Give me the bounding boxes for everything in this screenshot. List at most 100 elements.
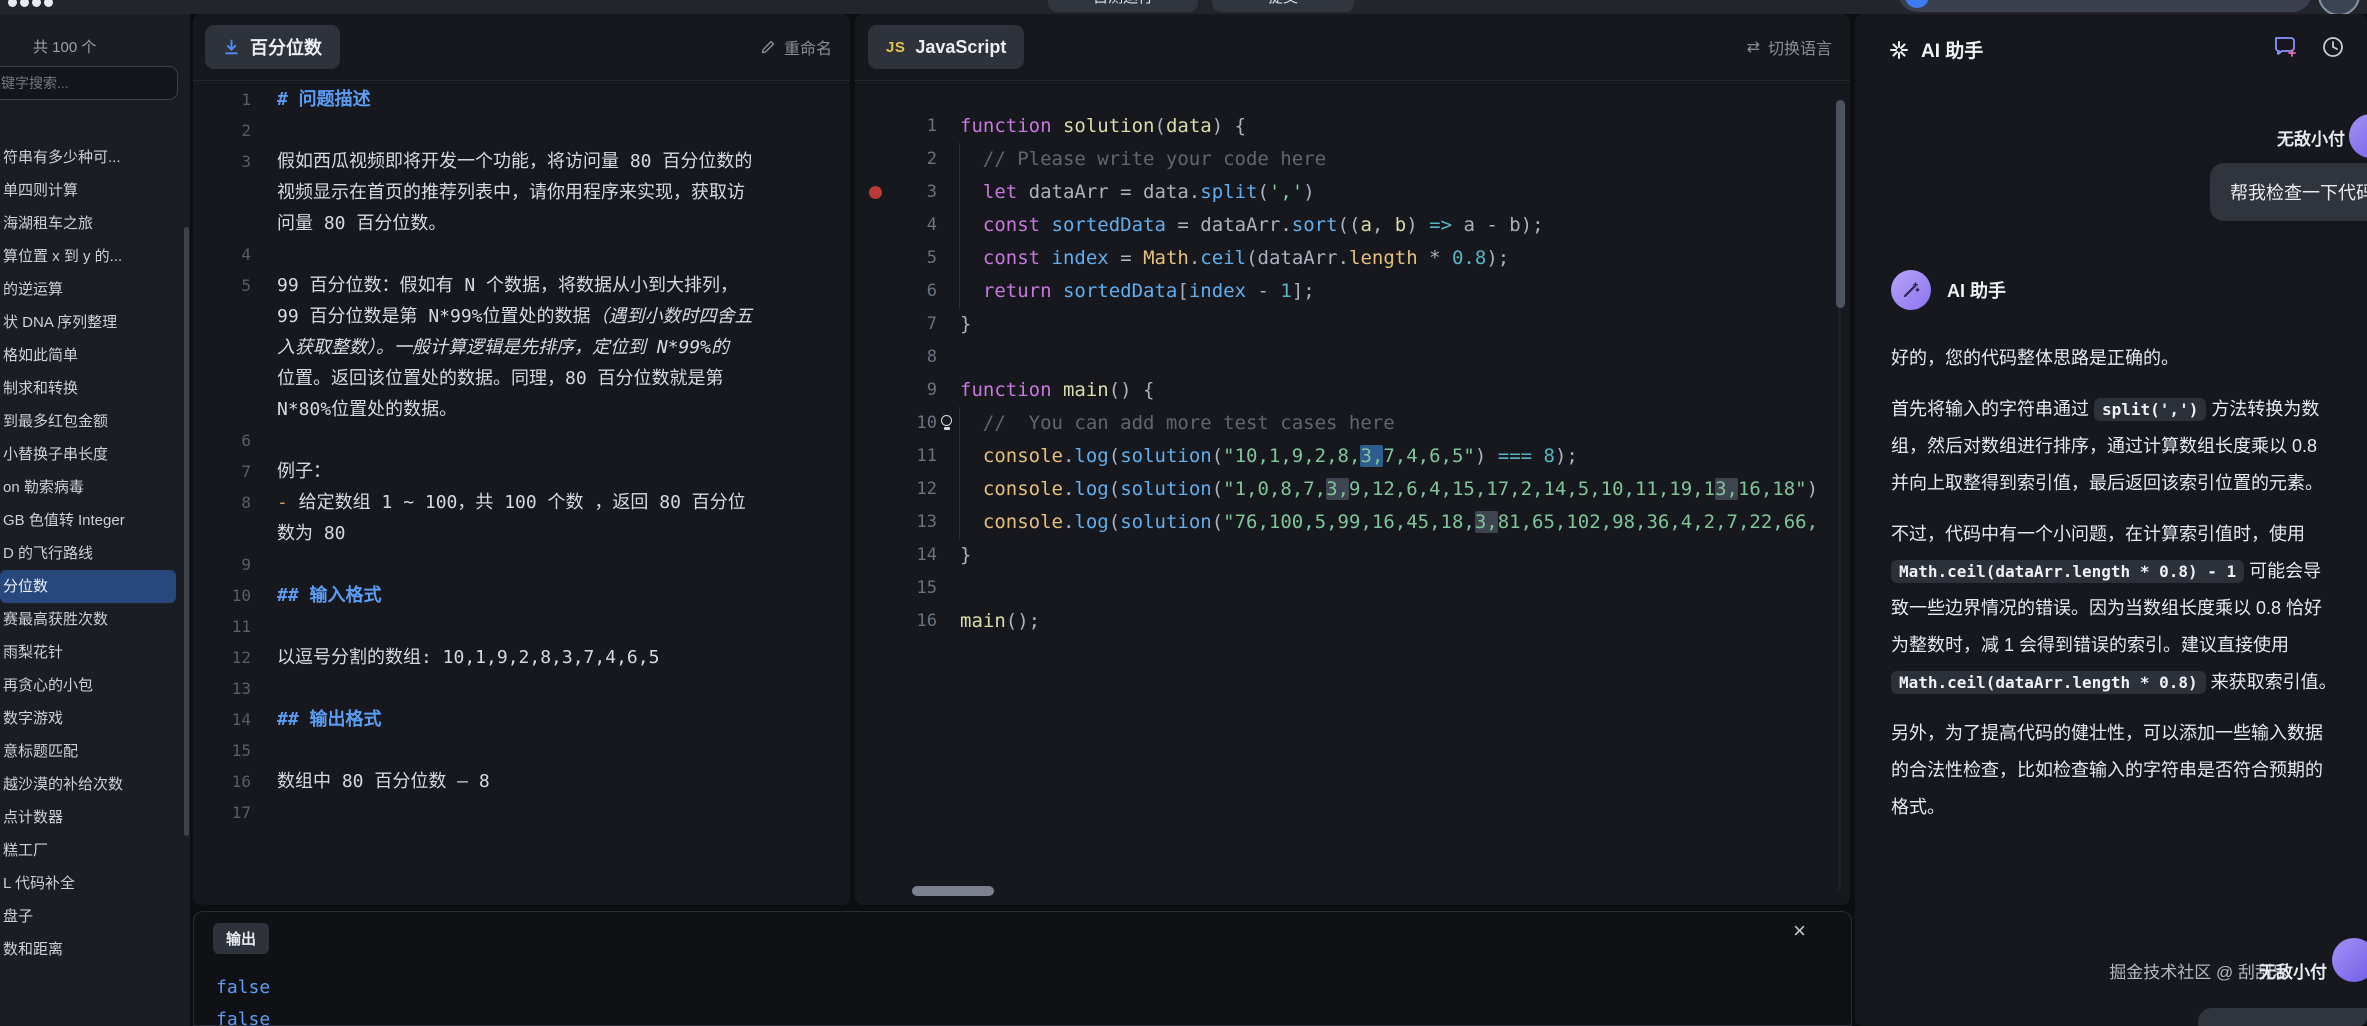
breakpoint-gutter[interactable] [855, 605, 895, 638]
code-line[interactable]: 1function solution(data) { [855, 110, 1850, 143]
output-value: false [216, 1004, 270, 1026]
code-line-text[interactable] [937, 341, 1850, 374]
sidebar-item[interactable]: 算位置 x 到 y 的... [0, 240, 182, 273]
sidebar-item[interactable]: 点计数器 [0, 801, 182, 834]
ai-avatar [1891, 270, 1931, 310]
code-line[interactable]: 8 [855, 341, 1850, 374]
breakpoint-gutter[interactable] [855, 242, 895, 275]
line-number: 15 [193, 735, 277, 766]
code-line-text[interactable]: console.log(solution("76,100,5,99,16,45,… [937, 506, 1850, 539]
code-line-text[interactable]: console.log(solution("1,0,8,7,3,9,12,6,4… [937, 473, 1850, 506]
sidebar-item[interactable]: 赛最高获胜次数 [0, 603, 182, 636]
sidebar-item[interactable]: 意标题匹配 [0, 735, 182, 768]
code-line[interactable]: 2 // Please write your code here [855, 143, 1850, 176]
tab-javascript[interactable]: JS JavaScript [868, 25, 1024, 69]
breakpoint-gutter[interactable] [855, 572, 895, 605]
breakpoint-gutter[interactable] [855, 539, 895, 572]
code-line-text[interactable]: function solution(data) { [937, 110, 1850, 143]
sidebar-item[interactable]: 单四则计算 [0, 174, 182, 207]
submit-button[interactable]: 提交 [1212, 0, 1354, 12]
breakpoint-gutter[interactable] [855, 176, 895, 209]
sidebar-item[interactable]: 到最多红包金额 [0, 405, 182, 438]
code-line[interactable]: 11 console.log(solution("10,1,9,2,8,3,7,… [855, 440, 1850, 473]
sidebar-item[interactable]: 海湖租车之旅 [0, 207, 182, 240]
sidebar-scrollbar[interactable] [184, 227, 189, 836]
code-line-text[interactable]: function main() { [937, 374, 1850, 407]
code-line-text[interactable]: const index = Math.ceil(dataArr.length *… [937, 242, 1850, 275]
code-line[interactable]: 15 [855, 572, 1850, 605]
sidebar-item[interactable]: 格如此简单 [0, 339, 182, 372]
sidebar-item[interactable]: D 的飞行路线 [0, 537, 182, 570]
code-line[interactable]: 4 const sortedData = dataArr.sort((a, b)… [855, 209, 1850, 242]
breakpoint-gutter[interactable] [855, 440, 895, 473]
promo-pill[interactable] [1898, 0, 2312, 12]
sidebar-item[interactable]: 数字游戏 [0, 702, 182, 735]
ai-paragraph: 首先将输入的字符串通过 split(',') 方法转换为数组，然后对数组进行排序… [1891, 391, 2337, 502]
new-chat-icon[interactable] [2273, 34, 2299, 60]
sidebar-item[interactable]: on 勒索病毒 [0, 471, 182, 504]
editor-hscroll-thumb[interactable] [912, 886, 994, 896]
code-line-text[interactable]: } [937, 308, 1850, 341]
editor-vscroll-thumb[interactable] [1836, 100, 1845, 308]
close-output-button[interactable]: × [1793, 918, 1806, 944]
sidebar-item[interactable]: 符串有多少种可... [0, 141, 182, 174]
breakpoint-dot[interactable] [869, 186, 882, 199]
line-number: 17 [193, 797, 277, 828]
code-line-text[interactable]: return sortedData[index - 1]; [937, 275, 1850, 308]
code-line[interactable]: 6 return sortedData[index - 1]; [855, 275, 1850, 308]
switch-language-button[interactable]: ⇄ 切换语言 [1747, 14, 1832, 80]
line-number: 12 [193, 642, 277, 673]
code-line[interactable]: 10 // You can add more test cases here [855, 407, 1850, 440]
code-line-text[interactable]: const sortedData = dataArr.sort((a, b) =… [937, 209, 1850, 242]
breakpoint-gutter[interactable] [855, 275, 895, 308]
sidebar-item[interactable]: 状 DNA 序列整理 [0, 306, 182, 339]
code-line[interactable]: 13 console.log(solution("76,100,5,99,16,… [855, 506, 1850, 539]
code-line[interactable]: 16main(); [855, 605, 1850, 638]
code-line[interactable]: 7} [855, 308, 1850, 341]
sidebar-item-selected[interactable]: 分位数 [0, 570, 176, 603]
sidebar-item[interactable]: 制求和转换 [0, 372, 182, 405]
rename-button[interactable]: 重命名 [760, 14, 832, 80]
code-lines[interactable]: 1function solution(data) {2 // Please wr… [855, 110, 1850, 638]
code-line-text[interactable]: } [937, 539, 1850, 572]
breakpoint-gutter[interactable] [855, 374, 895, 407]
sidebar-item[interactable]: GB 色值转 Integer [0, 504, 182, 537]
breakpoint-gutter[interactable] [855, 308, 895, 341]
code-line-text[interactable]: main(); [937, 605, 1850, 638]
problem-title-button[interactable]: 百分位数 [205, 25, 340, 69]
problem-sidebar: 共 100 个 符串有多少种可...单四则计算海湖租车之旅算位置 x 到 y 的… [0, 14, 190, 1026]
run-button[interactable]: 自测运行 [1048, 0, 1198, 12]
sidebar-item[interactable]: 糕工厂 [0, 834, 182, 867]
code-line-text[interactable]: // Please write your code here [937, 143, 1850, 176]
sidebar-item[interactable]: 的逆运算 [0, 273, 182, 306]
sidebar-item[interactable]: 雨梨花针 [0, 636, 182, 669]
code-line-text[interactable]: // You can add more test cases here [937, 407, 1850, 440]
breakpoint-gutter[interactable] [855, 341, 895, 374]
breakpoint-gutter[interactable] [855, 473, 895, 506]
sidebar-item[interactable]: 盘子 [0, 900, 182, 933]
search-input[interactable] [0, 67, 177, 99]
ai-paragraph: 不过，代码中有一个小问题，在计算索引值时，使用 Math.ceil(dataAr… [1891, 516, 2337, 701]
breakpoint-gutter[interactable] [855, 506, 895, 539]
breakpoint-gutter[interactable] [855, 110, 895, 143]
code-line-text[interactable]: console.log(solution("10,1,9,2,8,3,7,4,6… [937, 440, 1850, 473]
code-line[interactable]: 5 const index = Math.ceil(dataArr.length… [855, 242, 1850, 275]
lightbulb-icon[interactable] [941, 415, 953, 431]
code-line-text[interactable] [937, 572, 1850, 605]
breakpoint-gutter[interactable] [855, 407, 895, 440]
problem-line: 11 [193, 611, 850, 642]
sidebar-item[interactable]: 小替换子串长度 [0, 438, 182, 471]
output-tab[interactable]: 输出 [213, 923, 269, 954]
code-line[interactable]: 12 console.log(solution("1,0,8,7,3,9,12,… [855, 473, 1850, 506]
sidebar-item[interactable]: 再贪心的小包 [0, 669, 182, 702]
history-clock-icon[interactable] [2321, 35, 2345, 59]
code-line-text[interactable]: let dataArr = data.split(',') [937, 176, 1850, 209]
sidebar-item[interactable]: 越沙漠的补给次数 [0, 768, 182, 801]
code-line[interactable]: 14} [855, 539, 1850, 572]
sidebar-item[interactable]: L 代码补全 [0, 867, 182, 900]
breakpoint-gutter[interactable] [855, 209, 895, 242]
code-line[interactable]: 3 let dataArr = data.split(',') [855, 176, 1850, 209]
sidebar-item[interactable]: 数和距离 [0, 933, 182, 966]
breakpoint-gutter[interactable] [855, 143, 895, 176]
code-line[interactable]: 9function main() { [855, 374, 1850, 407]
